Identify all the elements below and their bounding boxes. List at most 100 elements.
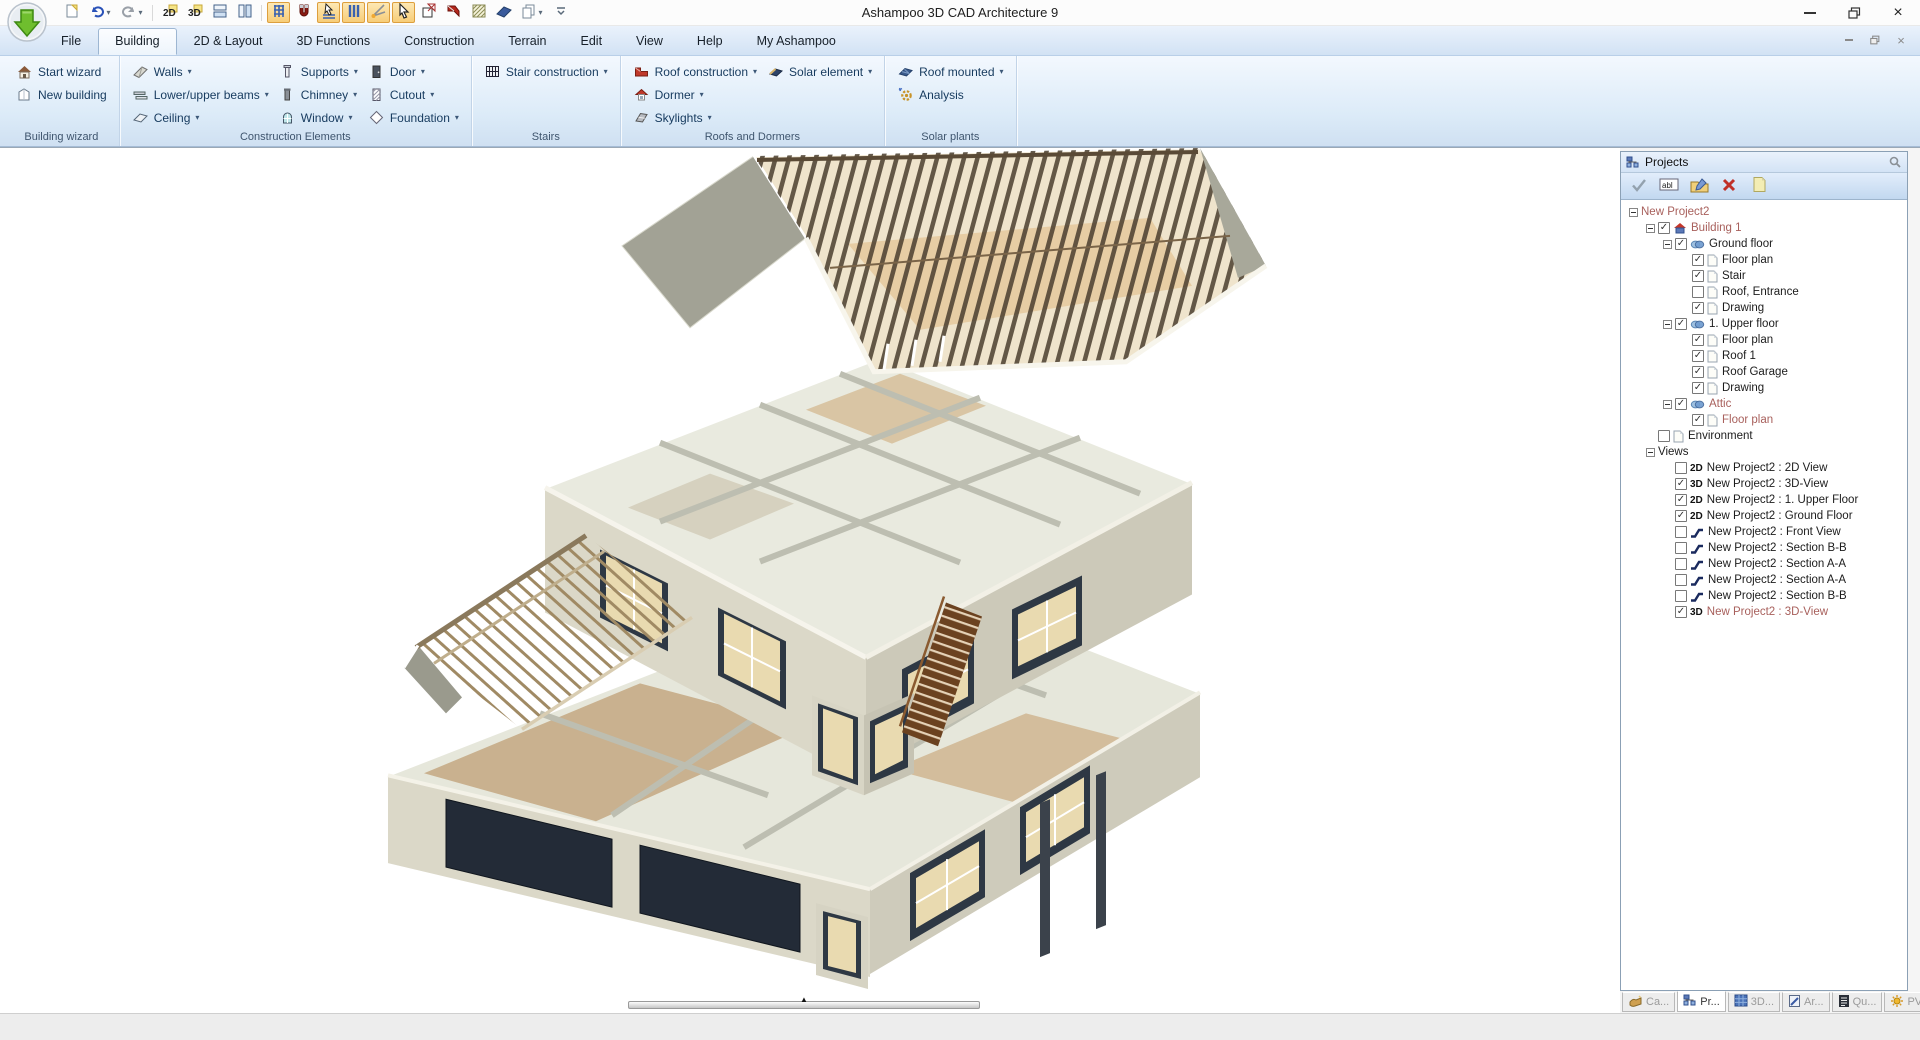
tree-item-label[interactable]: Floor plan: [1722, 254, 1773, 266]
tree-item-label[interactable]: Building 1: [1691, 222, 1742, 234]
split-vertical-button[interactable]: [233, 2, 256, 23]
tree-item-roof-entrance[interactable]: Roof, Entrance: [1626, 284, 1907, 300]
tree-item-label[interactable]: Roof 1: [1722, 350, 1756, 362]
tree-checkbox[interactable]: [1675, 526, 1687, 538]
toolbar-overflow-button[interactable]: [549, 2, 572, 23]
copy-button[interactable]: ▾: [517, 2, 547, 23]
tree-item-label[interactable]: Roof Garage: [1722, 366, 1788, 378]
tab-2d-layout[interactable]: 2D & Layout: [177, 28, 280, 55]
viewport-3d[interactable]: ▲: [0, 148, 1620, 1013]
tree-item-stair[interactable]: ✓Stair: [1626, 268, 1907, 284]
transform-box-button[interactable]: [417, 2, 440, 23]
tree-item-label[interactable]: New Project2 : Section A-A: [1708, 574, 1846, 586]
cursor-button[interactable]: [392, 2, 415, 23]
tree-item-new-project2-section-b-b[interactable]: New Project2 : Section B-B: [1626, 540, 1907, 556]
tree-item-label[interactable]: Drawing: [1722, 382, 1764, 394]
tree-expander-icon[interactable]: [1663, 400, 1672, 409]
roof-plane-button[interactable]: [492, 2, 515, 23]
tree-item-label[interactable]: New Project2 : Front View: [1708, 526, 1841, 538]
panel-tab-ca[interactable]: Ca...: [1622, 992, 1675, 1012]
ribbon-button-new-building[interactable]: New building: [12, 83, 111, 106]
panel-tab-3d[interactable]: 3D...: [1728, 992, 1780, 1012]
tree-item-label[interactable]: New Project2 : 1. Upper Floor: [1707, 494, 1858, 506]
panel-tab-ar[interactable]: Ar...: [1782, 992, 1830, 1012]
redo-button[interactable]: ▾: [117, 2, 147, 23]
tree-item-new-project2-ground-floor[interactable]: ✓2DNew Project2 : Ground Floor: [1626, 508, 1907, 524]
ribbon-button-lower-upper-beams[interactable]: Lower/upper beams▾: [128, 83, 273, 106]
tree-checkbox[interactable]: ✓: [1675, 510, 1687, 522]
tree-item-label[interactable]: Drawing: [1722, 302, 1764, 314]
select-edges-button[interactable]: [317, 2, 340, 23]
tree-item-roof-garage[interactable]: ✓ Roof Garage: [1626, 364, 1907, 380]
tab-my-ashampoo[interactable]: My Ashampoo: [740, 28, 853, 55]
tree-item-floor-plan[interactable]: ✓ Floor plan: [1626, 252, 1907, 268]
tree-item-drawing[interactable]: ✓Drawing: [1626, 300, 1907, 316]
tree-item-new-project2-section-a-a[interactable]: New Project2 : Section A-A: [1626, 556, 1907, 572]
tree-item-label[interactable]: New Project2 : Section B-B: [1708, 590, 1847, 602]
tree-item-environment[interactable]: Environment: [1626, 428, 1907, 444]
tree-checkbox[interactable]: ✓: [1675, 318, 1687, 330]
tree-item-label[interactable]: Environment: [1688, 430, 1753, 442]
tab-help[interactable]: Help: [680, 28, 740, 55]
tree-item-label[interactable]: 1. Upper floor: [1709, 318, 1779, 330]
angle-snap-button[interactable]: [367, 2, 390, 23]
ribbon-button-walls[interactable]: Walls▾: [128, 60, 273, 83]
ribbon-button-stair-construction[interactable]: Stair construction▾: [480, 60, 612, 83]
tree-item-ground-floor[interactable]: ✓ Ground floor: [1626, 236, 1907, 252]
undo-button[interactable]: ▾: [85, 2, 115, 23]
view-3d-button[interactable]: 3D: [183, 2, 206, 23]
ribbon-button-chimney[interactable]: Chimney▾: [275, 83, 362, 106]
tree-checkbox[interactable]: ✓: [1675, 478, 1687, 490]
ribbon-button-skylights[interactable]: Skylights▾: [629, 106, 761, 129]
pin-icon[interactable]: [1888, 155, 1902, 169]
tree-checkbox[interactable]: [1658, 430, 1670, 442]
tab-construction[interactable]: Construction: [387, 28, 491, 55]
tree-item-label[interactable]: Views: [1658, 446, 1688, 458]
tree-checkbox[interactable]: [1675, 590, 1687, 602]
tree-item-new-project2[interactable]: New Project2: [1626, 204, 1907, 220]
panel-tab-qu[interactable]: Qu...: [1832, 992, 1883, 1012]
ribbon-button-analysis[interactable]: Analysis: [893, 83, 1007, 106]
tab-building[interactable]: Building: [98, 28, 176, 55]
tab-edit[interactable]: Edit: [564, 28, 620, 55]
mdi-restore-button[interactable]: [1868, 33, 1882, 47]
tree-checkbox[interactable]: ✓: [1692, 414, 1704, 426]
tree-item-floor-plan[interactable]: ✓Floor plan: [1626, 332, 1907, 348]
restore-button[interactable]: [1832, 1, 1876, 25]
tree-checkbox[interactable]: ✓: [1692, 254, 1704, 266]
tree-item-label[interactable]: Attic: [1709, 398, 1731, 410]
tree-expander-icon[interactable]: [1663, 320, 1672, 329]
tree-checkbox[interactable]: ✓: [1692, 382, 1704, 394]
tree-item-new-project2-2d-view[interactable]: 2DNew Project2 : 2D View: [1626, 460, 1907, 476]
tree-item-label[interactable]: New Project2 : Section A-A: [1708, 558, 1846, 570]
new-drawing-button[interactable]: [60, 2, 83, 23]
ribbon-button-dormer[interactable]: Dormer▾: [629, 83, 761, 106]
tree-checkbox[interactable]: [1675, 462, 1687, 474]
tree-checkbox[interactable]: ✓: [1675, 238, 1687, 250]
tree-item-label[interactable]: Ground floor: [1709, 238, 1773, 250]
edit-properties-button[interactable]: [1688, 176, 1710, 196]
panel-tab-pv[interactable]: PV...: [1884, 992, 1920, 1012]
split-horizontal-button[interactable]: [208, 2, 231, 23]
tab-view[interactable]: View: [619, 28, 680, 55]
parallel-lines-button[interactable]: [342, 2, 365, 23]
app-logo-button[interactable]: [7, 2, 48, 43]
tab-file[interactable]: File: [44, 28, 98, 55]
tree-checkbox[interactable]: ✓: [1675, 398, 1687, 410]
ribbon-button-start-wizard[interactable]: Start wizard: [12, 60, 111, 83]
tree-checkbox[interactable]: [1692, 286, 1704, 298]
close-button[interactable]: ×: [1876, 1, 1920, 25]
tree-checkbox[interactable]: [1675, 542, 1687, 554]
tree-item-floor-plan[interactable]: ✓Floor plan: [1626, 412, 1907, 428]
tree-item-new-project2-section-a-a[interactable]: New Project2 : Section A-A: [1626, 572, 1907, 588]
tree-item-label[interactable]: New Project2 : Section B-B: [1708, 542, 1847, 554]
ribbon-button-cutout[interactable]: Cutout▾: [364, 83, 463, 106]
tree-item-1-upper-floor[interactable]: ✓ 1. Upper floor: [1626, 316, 1907, 332]
view-2d-button[interactable]: 2D: [158, 2, 181, 23]
apply-check-button[interactable]: [1628, 176, 1650, 196]
viewport-scroll-handle[interactable]: ▲: [628, 1001, 980, 1009]
tree-checkbox[interactable]: ✓: [1692, 366, 1704, 378]
tree-item-label[interactable]: New Project2: [1641, 206, 1709, 218]
tree-item-new-project2-3d-view[interactable]: ✓3DNew Project2 : 3D-View: [1626, 476, 1907, 492]
tree-item-label[interactable]: Floor plan: [1722, 334, 1773, 346]
